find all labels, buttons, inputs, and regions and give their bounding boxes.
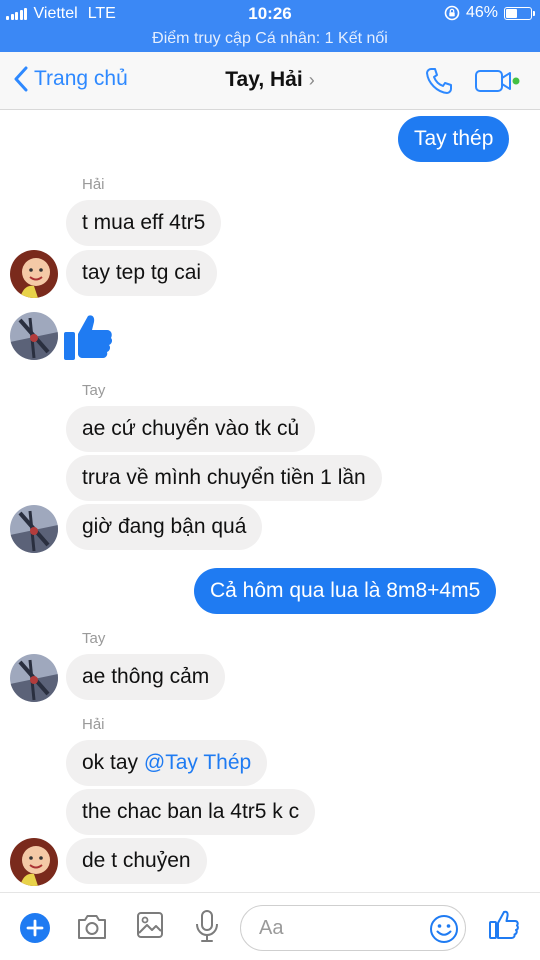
avatar-tay[interactable] [10,505,58,553]
message-bubble-incoming[interactable]: ae cứ chuyển vào tk củ [66,406,316,452]
like-button[interactable] [488,909,520,946]
video-camera-icon [475,70,520,92]
avatar-image [10,312,58,360]
avatar-image [10,250,58,298]
video-call-button[interactable] [474,68,522,99]
message-bubble-incoming[interactable]: tay tep tg cai [66,250,218,296]
message-input-box[interactable] [240,905,466,951]
sender-name: Hải [82,716,105,733]
sender-name: Tay [82,630,106,647]
rotation-lock-icon [444,5,460,21]
thumbs-up-sticker[interactable] [62,312,114,367]
microphone-button[interactable] [194,909,220,948]
call-button[interactable] [424,66,454,101]
conversation-title-text: Tay, Hải [225,68,303,91]
battery-percent: 46% [465,4,498,21]
camera-icon [78,915,106,939]
status-right: 46% [444,4,535,22]
hotspot-banner[interactable]: Điểm truy cập Cá nhân: 1 Kết nối [0,28,540,52]
message-composer [0,892,540,960]
chevron-left-icon [14,66,28,92]
status-bar: Viettel LTE 10:26 46% [0,0,540,28]
camera-button[interactable] [76,913,108,946]
plus-icon [20,913,50,943]
sender-name: Hải [82,176,105,193]
avatar-hai[interactable] [10,838,58,886]
chat-header: Trang chủ Tay, Hải › [0,52,540,110]
message-input[interactable] [259,914,419,942]
battery-fill [506,8,518,18]
avatar-image [10,838,58,886]
emoji-button[interactable] [429,914,459,949]
thumbs-up-icon [64,315,113,360]
message-bubble-incoming[interactable]: t mua eff 4tr5 [66,200,222,246]
back-button[interactable]: Trang chủ [14,66,128,92]
smiley-icon [430,915,458,943]
active-status-dot [512,77,520,85]
back-label: Trang chủ [34,67,128,90]
message-bubble-incoming[interactable]: ae thông cảm [66,654,226,700]
battery-icon [504,6,535,20]
thumbs-up-icon [489,910,519,939]
message-list[interactable]: Tay thép Hải t mua eff 4tr5 tay tep tg c… [0,110,540,892]
phone-icon [426,68,452,94]
message-bubble-incoming[interactable]: ok tay @Tay Thép [66,740,268,786]
avatar-image [10,505,58,553]
message-bubble-outgoing[interactable]: Cả hôm qua lua là 8m8+4m5 [194,568,497,614]
message-bubble-incoming[interactable]: trưa về mình chuyển tiền 1 lần [66,455,382,501]
image-icon [137,912,163,938]
microphone-icon [196,910,218,942]
conversation-title[interactable]: Tay, Hải › [225,68,314,91]
sender-name: Tay [82,382,106,399]
avatar-tay[interactable] [10,312,58,360]
message-bubble-outgoing[interactable]: Tay thép [398,116,510,162]
chevron-right-icon: › [308,70,315,90]
avatar-tay[interactable] [10,654,58,702]
message-bubble-incoming[interactable]: the chac ban la 4tr5 k c [66,789,316,835]
message-bubble-incoming[interactable]: de t chuỷen [66,838,207,884]
add-button[interactable] [20,913,50,948]
message-bubble-incoming[interactable]: giờ đang bận quá [66,504,263,550]
gallery-button[interactable] [136,911,164,944]
avatar-hai[interactable] [10,250,58,298]
mention-link[interactable]: @Tay Thép [144,751,251,774]
avatar-image [10,654,58,702]
message-text: ok tay [82,751,144,774]
